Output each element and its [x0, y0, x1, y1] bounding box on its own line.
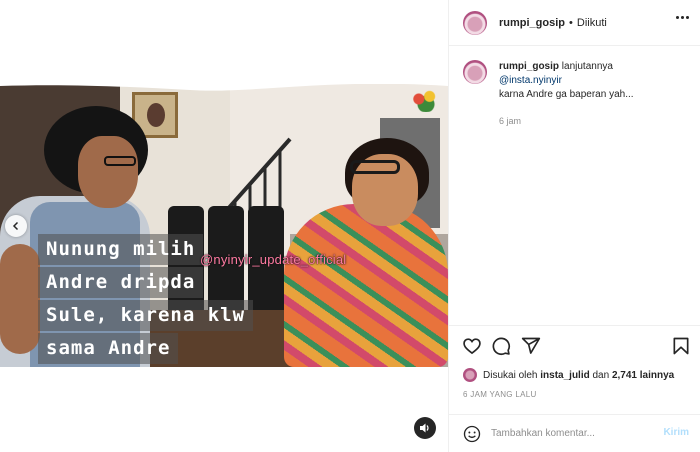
- likes-joiner: dan: [592, 369, 610, 381]
- action-bar: [449, 325, 700, 363]
- video-caption-line: Sule, karena klw: [38, 300, 254, 331]
- person-woman-glasses: [350, 160, 400, 174]
- chevron-left-icon: [12, 221, 19, 231]
- header-separator: •: [569, 16, 573, 29]
- speaker-icon: [420, 423, 429, 433]
- person-man-arm: [0, 244, 40, 354]
- video-caption-line: sama Andre: [38, 333, 179, 364]
- share-icon[interactable]: [521, 336, 541, 356]
- add-comment-bar: Kirim: [449, 414, 700, 452]
- post-comment-button[interactable]: Kirim: [663, 427, 689, 438]
- emoji-icon[interactable]: [463, 425, 481, 443]
- previous-slide-button[interactable]: [5, 215, 27, 237]
- avatar[interactable]: [463, 10, 487, 35]
- instagram-post: Nunung milih Andre dripda Sule, karena k…: [0, 0, 700, 452]
- post-header: rumpi_gosip • Diikuti: [449, 0, 700, 46]
- post-sidebar: rumpi_gosip • Diikuti rumpi_gosip lanjut…: [448, 0, 700, 452]
- post-media[interactable]: Nunung milih Andre dripda Sule, karena k…: [0, 0, 448, 452]
- video-caption-line: Nunung milih: [38, 234, 204, 265]
- comment-timestamp: 6 jam: [499, 116, 522, 126]
- heart-icon[interactable]: [462, 336, 482, 356]
- bookmark-icon[interactable]: [671, 336, 691, 356]
- comment-mention-link[interactable]: @insta.nyinyir: [499, 74, 634, 88]
- likes-summary: Disukai oleh insta_julid dan 2,741 lainn…: [463, 368, 674, 382]
- frame-top-wave: [0, 84, 448, 91]
- likes-prefix: Disukai oleh: [483, 369, 538, 381]
- video-frame[interactable]: Nunung milih Andre dripda Sule, karena k…: [0, 84, 448, 367]
- caption-comment: rumpi_gosip lanjutannya @insta.nyinyir k…: [463, 60, 693, 128]
- person-woman-dress: [284, 204, 448, 367]
- video-watermark: @nyinyir_update_official: [200, 252, 347, 267]
- liker-username[interactable]: insta_julid: [540, 370, 589, 381]
- person-man-face: [78, 136, 138, 208]
- likes-count-link[interactable]: 2,741 lainnya: [612, 370, 674, 381]
- comment-icon[interactable]: [491, 336, 511, 356]
- liker-avatar[interactable]: [463, 368, 477, 382]
- comment-text-2: karna Andre ga baperan yah...: [499, 89, 634, 100]
- person-man-glasses: [104, 156, 136, 166]
- video-caption-line: Andre dripda: [38, 267, 204, 298]
- comment-text: lanjutannya: [561, 61, 613, 72]
- following-button[interactable]: Diikuti: [577, 17, 607, 29]
- post-timestamp[interactable]: 6 JAM YANG LALU: [463, 390, 537, 399]
- avatar[interactable]: [463, 60, 487, 84]
- more-icon: [676, 16, 679, 19]
- comment-input[interactable]: [491, 428, 651, 439]
- audio-toggle-button[interactable]: [414, 417, 436, 439]
- comment-username[interactable]: rumpi_gosip: [499, 61, 559, 72]
- more-options-button[interactable]: [676, 16, 689, 19]
- author-username[interactable]: rumpi_gosip: [499, 17, 565, 29]
